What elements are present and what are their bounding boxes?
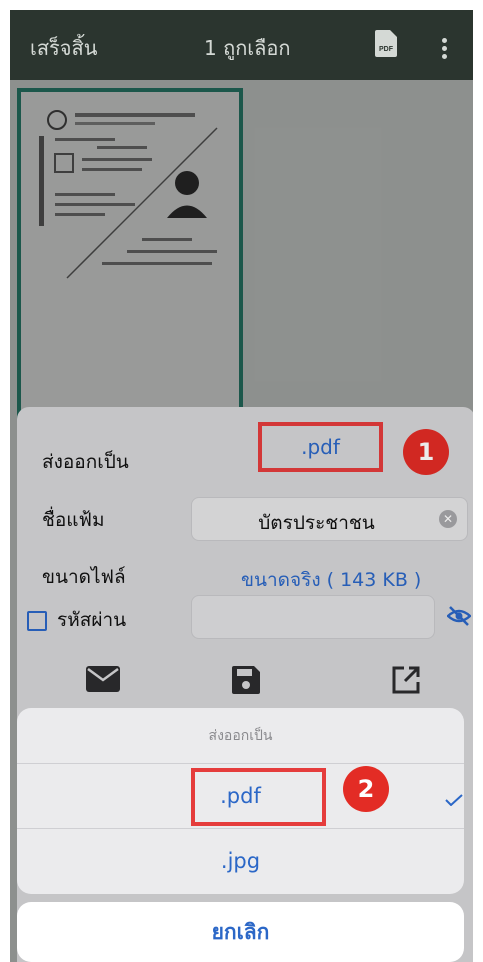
option-pdf[interactable]: .pdf — [17, 764, 464, 829]
cancel-button[interactable]: ยกเลิก — [17, 902, 464, 962]
annotation-highlight-pdf — [191, 768, 326, 826]
option-jpg[interactable]: .jpg — [17, 829, 464, 894]
phone-screen: เสร็จสิ้น 1 ถูกเลือก PDF ส่งออกเป็น .pdf… — [10, 10, 473, 962]
checkmark-icon — [445, 794, 463, 806]
action-sheet-title: ส่งออกเป็น — [17, 708, 464, 764]
export-format-action-sheet: ส่งออกเป็น .pdf .jpg — [17, 708, 464, 894]
annotation-badge-2: 2 — [343, 766, 389, 812]
